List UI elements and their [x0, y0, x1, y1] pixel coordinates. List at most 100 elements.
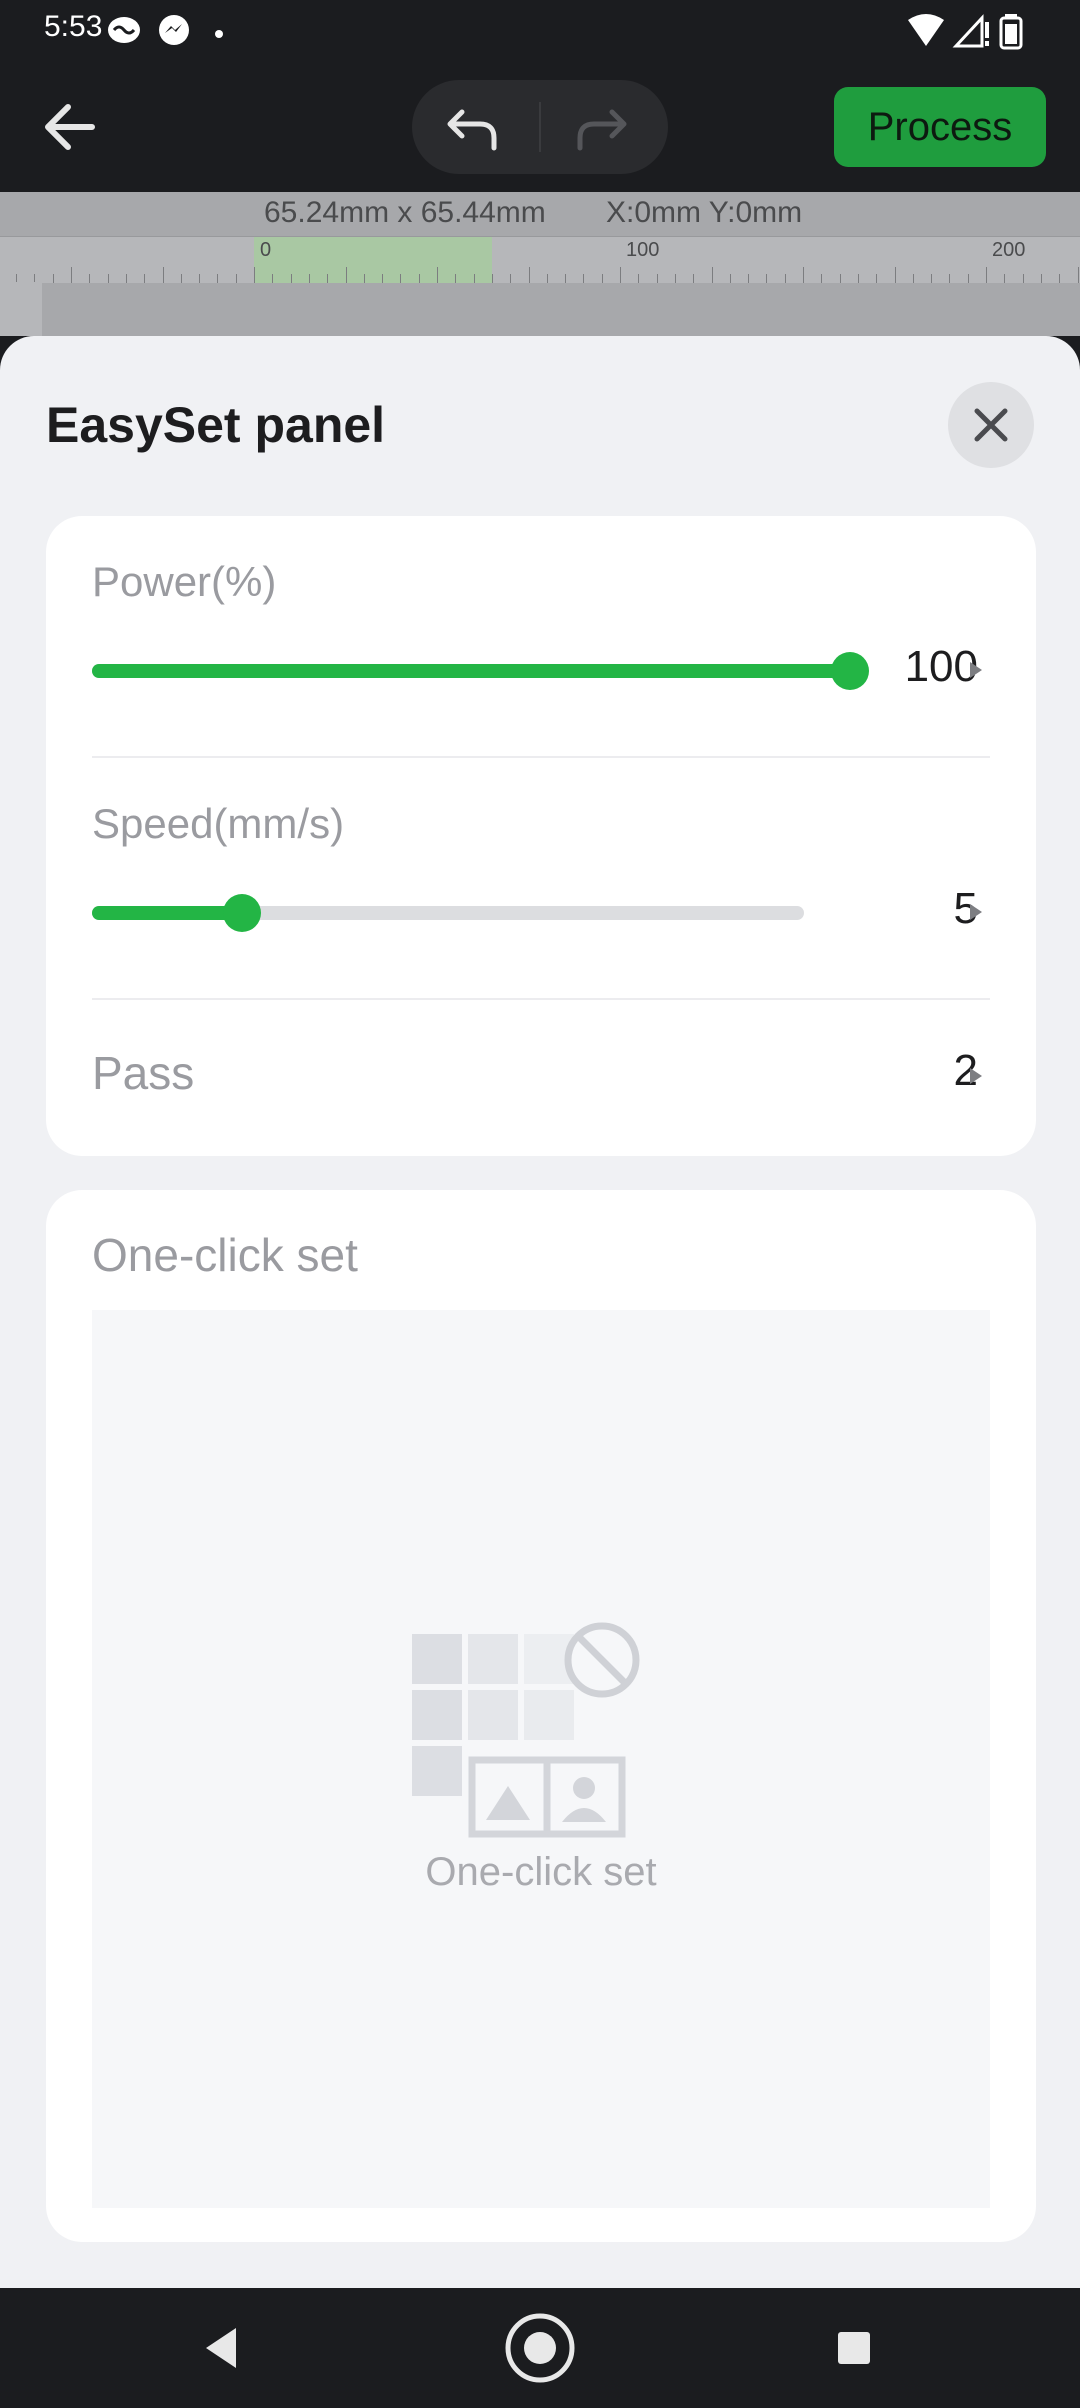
ruler-tick: [638, 274, 640, 283]
ruler-tick: [711, 267, 713, 283]
ruler-tick: [52, 274, 54, 283]
redo-button[interactable]: [572, 98, 632, 158]
ruler-tick: [107, 274, 109, 283]
back-arrow-icon: [45, 104, 95, 150]
ruler-tick: [162, 267, 164, 283]
redo-icon: [577, 109, 627, 151]
ruler-tick: [89, 274, 91, 283]
ruler-label: 100: [626, 239, 660, 261]
ruler-tick: [400, 274, 402, 283]
close-button[interactable]: [948, 382, 1034, 468]
ruler-tick: [748, 274, 750, 283]
ruler-tick: [308, 274, 310, 283]
ruler-tick: [510, 274, 512, 283]
ruler-tick: [473, 274, 475, 283]
wifi-icon: [908, 14, 944, 46]
system-navigation-bar: [0, 2288, 1080, 2408]
canvas-area: 65.24mm x 65.44mm X:0mm Y:0mm 0 100 200: [0, 192, 1080, 336]
ruler-tick: [803, 267, 804, 283]
dimensions-readout: 65.24mm x 65.44mm: [264, 196, 546, 229]
one-click-set-title: One-click set: [92, 1229, 358, 1281]
ruler-tick: [418, 274, 420, 283]
ruler-tick: [729, 274, 731, 283]
ruler-tick: [1004, 274, 1006, 283]
one-click-set-empty-state: One-click set: [92, 1310, 990, 2208]
pass-label: Pass: [92, 1047, 195, 1099]
power-label: Power(%): [92, 558, 277, 605]
ruler-tick: [272, 274, 274, 283]
ruler-tick: [217, 274, 219, 283]
ruler-tick: [199, 274, 201, 283]
empty-presets-icon: [412, 1622, 640, 1838]
ruler-tick: [674, 274, 676, 283]
power-value[interactable]: 100: [905, 642, 978, 692]
horizontal-ruler: 0 100 200: [0, 236, 1080, 283]
speed-value-arrow-icon[interactable]: [970, 904, 982, 920]
power-slider-thumb[interactable]: [831, 652, 869, 690]
undo-button[interactable]: [442, 98, 502, 158]
ruler-tick: [363, 274, 365, 283]
notification-app-icon: [108, 17, 140, 43]
speed-slider[interactable]: [92, 894, 804, 932]
ruler-label: 200: [992, 239, 1026, 261]
ruler-tick: [1040, 274, 1042, 283]
speed-label: Speed(mm/s): [92, 800, 345, 847]
ruler-tick: [876, 274, 878, 283]
vertical-ruler: [0, 282, 42, 336]
ruler-tick: [601, 274, 603, 283]
ruler-tick: [382, 274, 384, 283]
ruler-tick: [1077, 267, 1079, 283]
ruler-tick: [821, 274, 823, 283]
ruler-tick: [528, 267, 530, 283]
ruler-tick: [71, 267, 72, 283]
undo-icon: [447, 109, 497, 151]
ruler-tick: [235, 274, 237, 283]
ruler-label: 0: [260, 239, 272, 261]
battery-icon: [999, 14, 1023, 50]
ruler-tick: [931, 274, 933, 283]
ruler-tick: [656, 274, 658, 283]
divider: [92, 756, 990, 758]
ruler-tick: [620, 267, 621, 283]
messenger-icon: [159, 15, 189, 45]
ruler-tick: [967, 274, 969, 283]
ruler-tick: [546, 274, 548, 283]
position-readout: X:0mm Y:0mm: [606, 196, 803, 229]
ruler-tick: [839, 274, 841, 283]
power-value-arrow-icon[interactable]: [970, 662, 982, 678]
divider: [92, 998, 990, 1000]
ruler-tick: [986, 267, 987, 283]
power-slider-fill: [92, 664, 850, 678]
power-slider[interactable]: [92, 652, 869, 690]
ruler-tick: [491, 274, 493, 283]
ruler-tick: [1059, 274, 1061, 283]
easyset-panel: EasySet panel Power(%) 100 Speed(mm/s) 5…: [0, 336, 1080, 2288]
status-time: 5:53: [44, 10, 103, 43]
ruler-tick: [949, 274, 951, 283]
ruler-tick: [583, 274, 585, 283]
ruler-tick: [912, 274, 914, 283]
undo-redo-group: [412, 80, 668, 174]
ruler-tick: [693, 274, 695, 283]
speed-slider-thumb[interactable]: [222, 894, 261, 932]
ruler-tick: [784, 274, 786, 283]
ruler-tick: [144, 274, 146, 283]
nav-recents-icon[interactable]: [834, 2328, 874, 2368]
ruler-tick: [894, 267, 896, 283]
empty-state-text: One-click set: [425, 1850, 657, 1894]
nav-home-icon[interactable]: [504, 2312, 576, 2384]
ruler-tick: [327, 274, 329, 283]
ruler-tick: [437, 267, 438, 283]
cell-signal-icon: [952, 14, 989, 48]
more-notifications-dot-icon: [215, 30, 223, 38]
pass-value-arrow-icon[interactable]: [970, 1068, 982, 1084]
process-button[interactable]: Process: [834, 87, 1046, 167]
undo-redo-divider: [539, 102, 541, 152]
ruler-tick: [254, 267, 255, 283]
editor-toolbar: Process: [0, 64, 1080, 192]
ruler-tick: [455, 274, 457, 283]
panel-title: EasySet panel: [46, 397, 386, 453]
nav-back-icon[interactable]: [200, 2324, 244, 2372]
back-button[interactable]: [36, 92, 106, 162]
status-bar: 5:53: [0, 0, 1080, 64]
